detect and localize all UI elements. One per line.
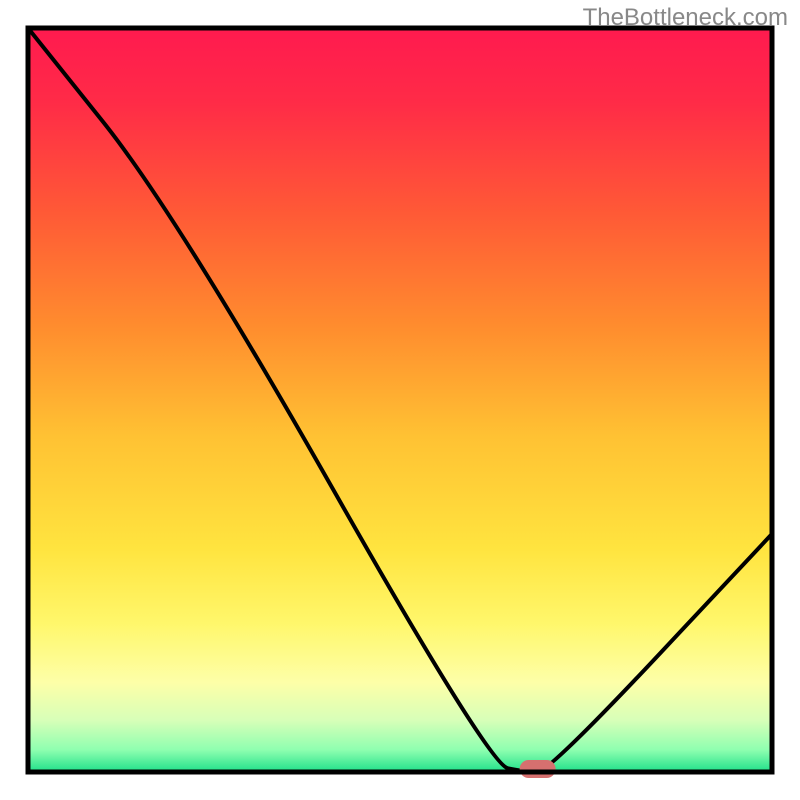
bottleneck-chart bbox=[0, 0, 800, 800]
watermark-text: TheBottleneck.com bbox=[583, 4, 788, 32]
plot-background bbox=[28, 28, 772, 772]
optimal-marker bbox=[520, 760, 556, 778]
chart-container: TheBottleneck.com bbox=[0, 0, 800, 800]
